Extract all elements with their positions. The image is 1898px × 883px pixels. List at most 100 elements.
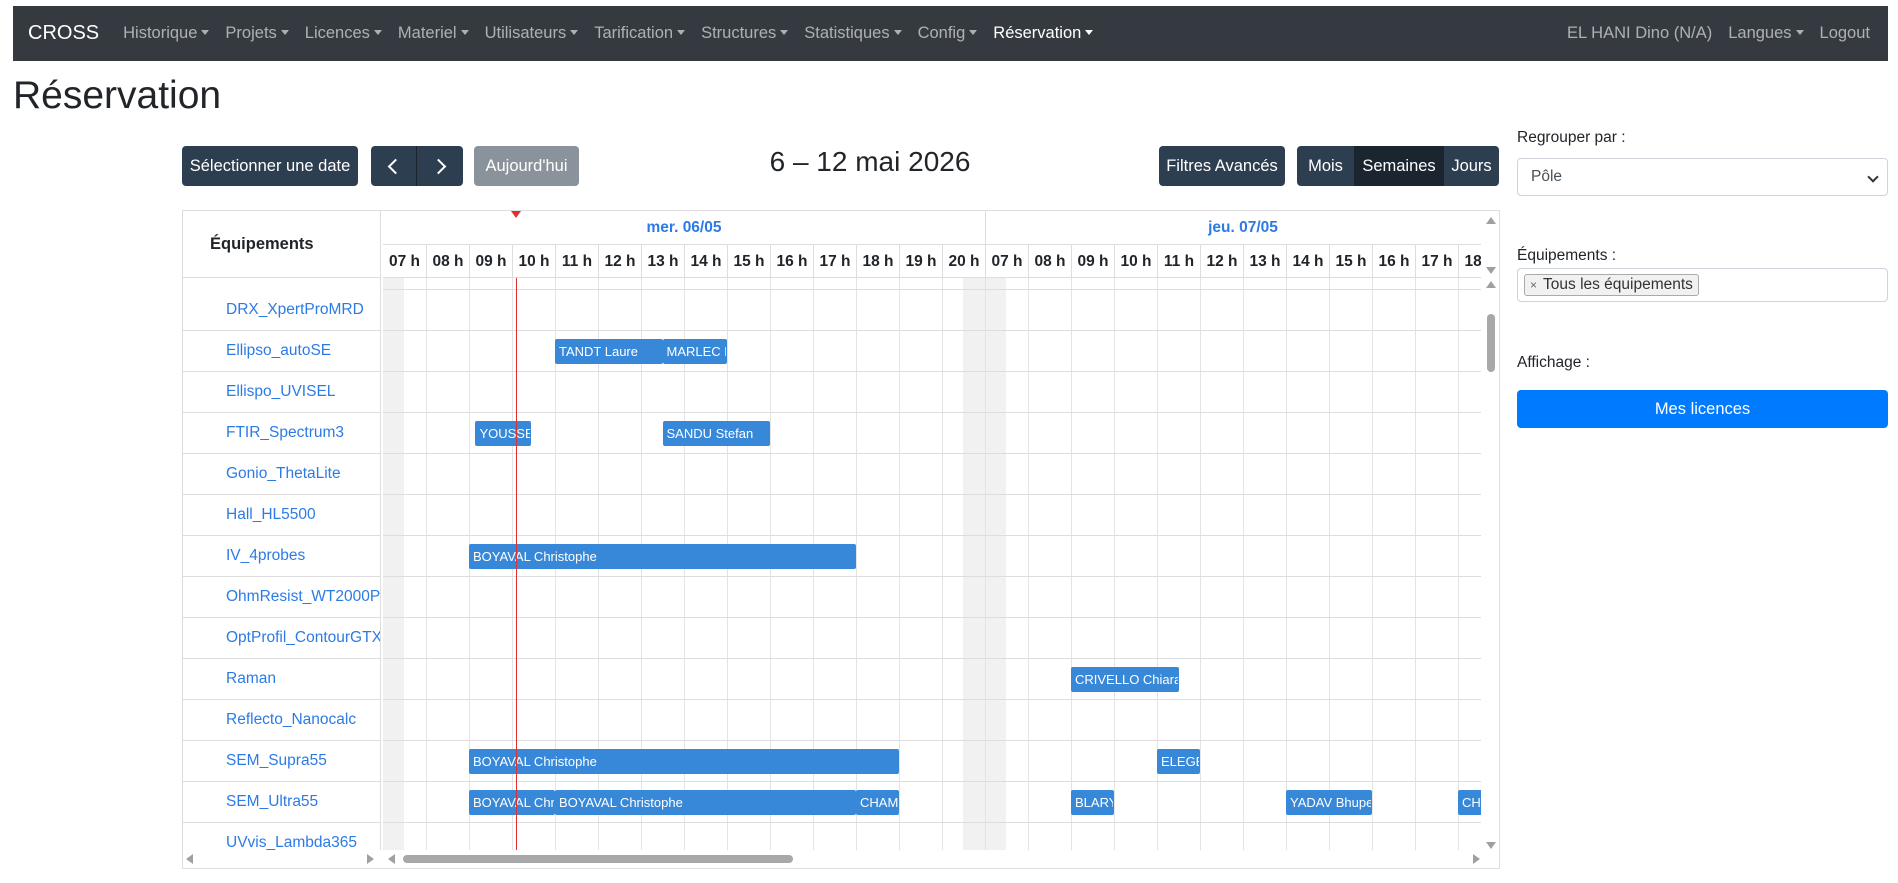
hour-gridline: [1286, 278, 1287, 850]
resource-row[interactable]: Reflecto_Nanocalc: [183, 700, 380, 741]
nav-config[interactable]: Config: [910, 24, 986, 43]
equipment-label: Équipements :: [1517, 247, 1617, 264]
group-by-select[interactable]: Pôle: [1517, 158, 1888, 196]
reservation-event[interactable]: BOYAVAL Christophe: [469, 749, 899, 774]
view-switcher: Mois Semaines Jours: [1297, 146, 1499, 186]
hour-label: 12 h: [1200, 245, 1243, 277]
resource-row[interactable]: OhmResist_WT2000PV: [183, 577, 380, 618]
nav-menu: Historique Projets Licences Materiel Utilisa…: [115, 24, 1101, 43]
hour-label: 17 h: [813, 245, 856, 277]
scroll-up-icon[interactable]: [1486, 281, 1496, 288]
vertical-scroll-thumb[interactable]: [1487, 314, 1495, 372]
resource-row[interactable]: Ellispo_UVISEL: [183, 372, 380, 413]
hour-label: 13 h: [641, 245, 684, 277]
resource-row[interactable]: SEM_Ultra55: [183, 782, 380, 823]
hour-label: 07 h: [985, 245, 1028, 277]
time-header: mer. 06/05 07 h 08 h 09 h 10 h 11 h 12 h 13 h 14…: [383, 211, 1481, 278]
today-button[interactable]: Aujourd'hui: [474, 146, 579, 186]
next-button[interactable]: [417, 146, 463, 186]
reservation-event[interactable]: BLARY: [1071, 790, 1114, 815]
resource-row[interactable]: SEM_Supra55: [183, 741, 380, 782]
scroll-down-icon[interactable]: [1486, 267, 1496, 274]
equipment-tag-label: Tous les équipements: [1543, 276, 1693, 293]
resource-column-header: Équipements: [183, 211, 381, 278]
reservation-event[interactable]: ELEGB: [1157, 749, 1200, 774]
prev-button[interactable]: [371, 146, 417, 186]
reservation-event[interactable]: BOYAVAL Chr: [469, 790, 555, 815]
reservation-event[interactable]: CRIVELLO Chiara: [1071, 667, 1179, 692]
view-month-button[interactable]: Mois: [1297, 146, 1354, 186]
scroll-right-icon[interactable]: [367, 854, 374, 864]
hour-label: 16 h: [1372, 245, 1415, 277]
row-gridline: [383, 822, 1481, 823]
hour-gridline: [1372, 278, 1373, 850]
nav-user[interactable]: EL HANI Dino (N/A): [1559, 24, 1720, 43]
resource-row[interactable]: FTIR_Spectrum3: [183, 413, 380, 454]
nav-statistiques[interactable]: Statistiques: [796, 24, 909, 43]
resource-row[interactable]: OptProfil_ContourGTX: [183, 618, 380, 659]
hour-label: 09 h: [469, 245, 512, 277]
hour-label: 18 h: [856, 245, 899, 277]
hour-gridline: [1458, 278, 1459, 850]
advanced-filters-button[interactable]: Filtres Avancés: [1159, 146, 1285, 186]
day-header[interactable]: jeu. 07/05: [985, 211, 1481, 245]
nav-reservation[interactable]: Réservation: [985, 24, 1101, 43]
horizontal-scroll-thumb[interactable]: [403, 855, 793, 863]
resource-row[interactable]: UVvis_Lambda365: [183, 823, 380, 850]
scroll-down-icon[interactable]: [1486, 842, 1496, 849]
nav-languages[interactable]: Langues: [1720, 24, 1811, 43]
row-gridline: [383, 412, 1481, 413]
timeline-grid[interactable]: TANDT LaureMARLEC F YOUSSEF SANDU Stefan BO…: [383, 278, 1481, 850]
hour-label: 13 h: [1243, 245, 1286, 277]
nav-structures[interactable]: Structures: [693, 24, 796, 43]
view-day-button[interactable]: Jours: [1444, 146, 1499, 186]
row-gridline: [383, 699, 1481, 700]
hour-gridline: [1028, 278, 1029, 850]
chevron-right-icon: [430, 158, 446, 174]
row-gridline: [383, 535, 1481, 536]
nav-utilisateurs[interactable]: Utilisateurs: [477, 24, 587, 43]
resource-row[interactable]: Raman: [183, 659, 380, 700]
reservation-event[interactable]: MARLEC F: [662, 339, 727, 364]
resource-row[interactable]: DRX_XpertProMRD: [183, 290, 380, 331]
nav-logout[interactable]: Logout: [1812, 24, 1878, 43]
nav-materiel[interactable]: Materiel: [390, 24, 477, 43]
reservation-event[interactable]: YOUSSEF: [475, 421, 532, 446]
my-licences-button[interactable]: Mes licences: [1517, 390, 1888, 428]
nav-historique[interactable]: Historique: [115, 24, 217, 43]
row-gridline: [383, 371, 1481, 372]
scroll-up-icon[interactable]: [1486, 217, 1496, 224]
hour-label: 12 h: [598, 245, 641, 277]
reservation-event[interactable]: SANDU Stefan: [662, 421, 770, 446]
hour-label: 16 h: [770, 245, 813, 277]
resource-row[interactable]: Gonio_ThetaLite: [183, 454, 380, 495]
hour-label: 07 h: [388, 252, 420, 270]
remove-tag-icon[interactable]: ×: [1530, 278, 1537, 292]
reservation-event[interactable]: BOYAVAL Christophe: [469, 544, 856, 569]
brand-logo[interactable]: CROSS: [13, 22, 115, 45]
select-date-button[interactable]: Sélectionner une date: [182, 146, 358, 186]
hour-label: 15 h: [727, 245, 770, 277]
view-week-button[interactable]: Semaines: [1354, 146, 1444, 186]
equipment-tag: × Tous les équipements: [1524, 274, 1699, 296]
resource-row[interactable]: IV_4probes: [183, 536, 380, 577]
equipment-multiselect[interactable]: × Tous les équipements: [1517, 268, 1888, 302]
horizontal-scrollbar[interactable]: [183, 850, 1499, 868]
reservation-event[interactable]: CHA: [1458, 790, 1481, 815]
scroll-left-icon[interactable]: [186, 854, 193, 864]
vertical-scrollbar[interactable]: [1483, 211, 1499, 850]
reservation-event[interactable]: TANDT Laure: [555, 339, 663, 364]
resource-row[interactable]: Hall_HL5500: [183, 495, 380, 536]
reservation-event[interactable]: YADAV Bhupe: [1286, 790, 1372, 815]
day-header[interactable]: mer. 06/05: [383, 211, 985, 245]
nav-tarification[interactable]: Tarification: [586, 24, 693, 43]
scroll-right-icon[interactable]: [1473, 854, 1480, 864]
nav-projets[interactable]: Projets: [217, 24, 296, 43]
nav-licences[interactable]: Licences: [297, 24, 390, 43]
scroll-left-icon[interactable]: [388, 854, 395, 864]
row-gridline: [383, 330, 1481, 331]
reservation-event[interactable]: BOYAVAL Christophe: [555, 790, 856, 815]
reservation-event[interactable]: CHAM: [856, 790, 899, 815]
now-indicator-line: [516, 278, 518, 850]
resource-row[interactable]: Ellipso_autoSE: [183, 331, 380, 372]
